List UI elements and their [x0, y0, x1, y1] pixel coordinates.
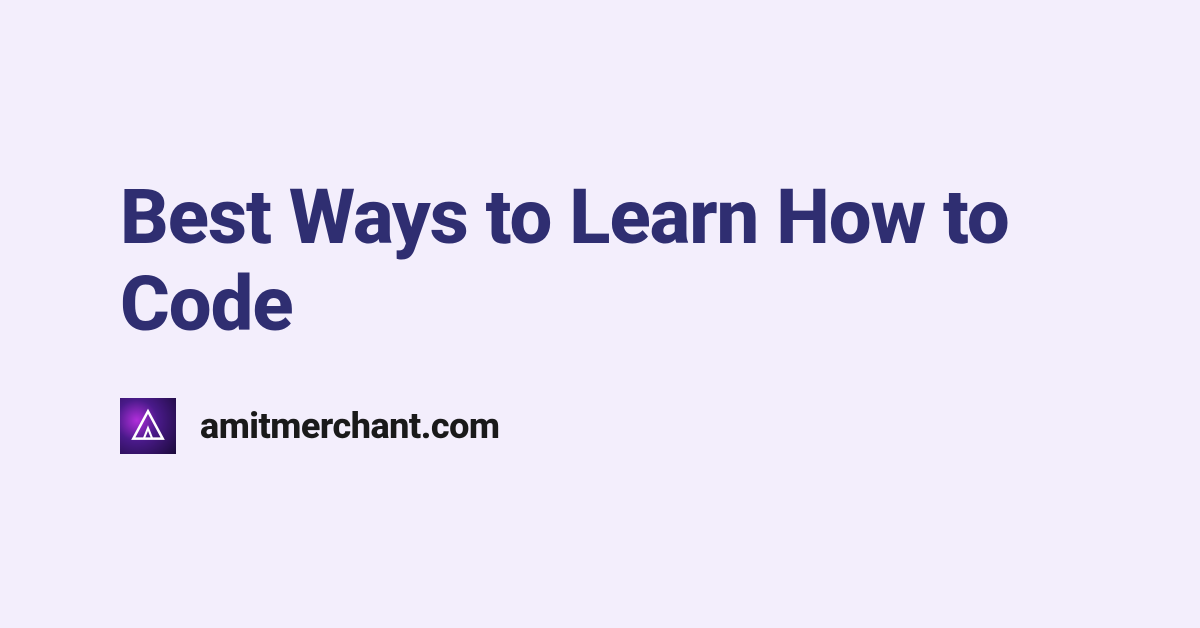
- byline: amitmerchant.com: [120, 398, 1080, 454]
- page-title: Best Ways to Learn How to Code: [120, 174, 1080, 349]
- site-logo-icon: [120, 398, 176, 454]
- site-name: amitmerchant.com: [200, 405, 500, 447]
